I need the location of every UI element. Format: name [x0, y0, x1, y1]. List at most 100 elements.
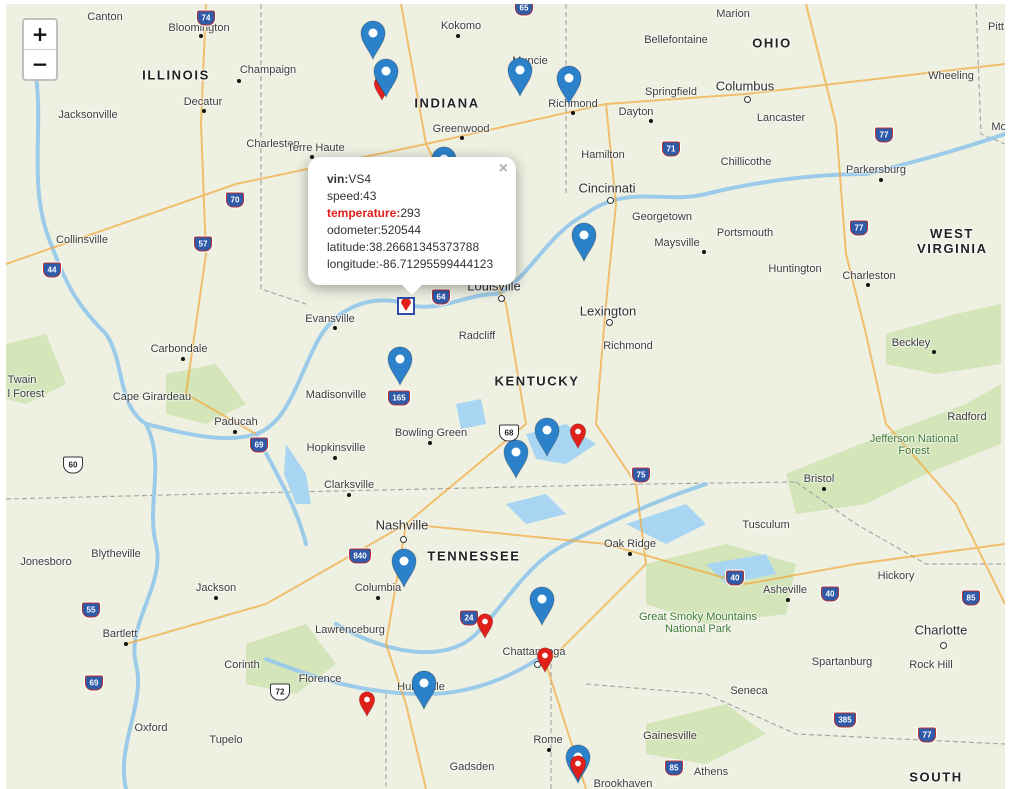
- interstate-shield: 85: [664, 759, 684, 777]
- city-label: Bowling Green: [394, 427, 468, 439]
- city-label: Bristol: [803, 473, 835, 485]
- popup-field-key: speed:: [327, 189, 364, 203]
- vehicle-marker-red[interactable]: [476, 610, 494, 642]
- city-label: Corinth: [224, 659, 260, 671]
- state-label: KENTUCKY: [494, 373, 580, 389]
- city-label: Oxford: [134, 722, 168, 734]
- popup-field-value: 520544: [381, 223, 422, 237]
- popup-field-temperature: temperature:293: [327, 205, 502, 222]
- vehicle-marker-red[interactable]: [569, 420, 587, 452]
- city-dot: [866, 283, 870, 287]
- vehicle-marker-blue[interactable]: [506, 57, 534, 98]
- popup-field-value: -86.71295599444123: [379, 257, 494, 271]
- city-label: Blytheville: [91, 548, 141, 560]
- vehicle-marker-blue[interactable]: [390, 548, 418, 589]
- popup-field-vin: vin:VS4: [327, 171, 502, 188]
- city-label: Rome: [533, 734, 563, 746]
- city-dot: [571, 111, 575, 115]
- interstate-shield: 40: [725, 569, 745, 587]
- interstate-shield: 64: [431, 288, 451, 306]
- city-label: Seneca: [730, 685, 768, 697]
- city-label: Greenwood: [432, 123, 490, 135]
- city-label: Bellefontaine: [644, 34, 708, 46]
- vehicle-marker-blue[interactable]: [372, 58, 400, 99]
- popup-content: vin:VS4 speed:43 temperature:293 odometer:5…: [308, 157, 516, 285]
- city-label: Collinsville: [56, 234, 108, 246]
- popup-field-value: VS4: [348, 172, 372, 186]
- vehicle-marker-red[interactable]: [536, 644, 554, 676]
- city-label: Portsmouth: [716, 227, 774, 239]
- vehicle-marker-blue[interactable]: [359, 20, 387, 61]
- map-pin-icon: [360, 20, 386, 61]
- city-label: Jonesboro: [20, 556, 72, 568]
- city-label: Huntington: [768, 263, 822, 275]
- city-dot: [606, 196, 614, 204]
- map[interactable]: ILLINOIS INDIANA OHIO KENTUCKY TENNESSEE…: [6, 4, 1005, 789]
- vehicle-marker-blue[interactable]: [410, 670, 438, 711]
- city-label: Brookhaven: [593, 778, 653, 789]
- us-route-shield: 72: [270, 683, 290, 701]
- city-dot: [428, 441, 432, 445]
- vehicle-marker-red[interactable]: [569, 752, 587, 784]
- vehicle-marker-blue[interactable]: [570, 222, 598, 263]
- popup-field-latitude: latitude:38.26681345373788: [327, 239, 502, 256]
- city-dot: [202, 109, 206, 113]
- city-label: Florence: [298, 673, 342, 685]
- vehicle-marker-blue[interactable]: [502, 439, 530, 480]
- state-label: ILLINOIS: [142, 67, 210, 83]
- city-dot: [181, 357, 185, 361]
- city-label: Madisonville: [305, 389, 367, 401]
- vehicle-marker-red[interactable]: [358, 688, 376, 720]
- city-dot: [333, 326, 337, 330]
- city-dot: [199, 34, 203, 38]
- city-label: Pitt: [988, 21, 1004, 33]
- city-label: Dayton: [618, 106, 654, 118]
- city-label: Cape Girardeau: [112, 391, 192, 403]
- vehicle-popup: × vin:VS4 speed:43 temperature:293 odometer…: [308, 157, 516, 295]
- city-dot: [124, 642, 128, 646]
- vehicle-marker-blue[interactable]: [386, 346, 414, 387]
- vehicle-marker-blue[interactable]: [533, 417, 561, 458]
- city-label: Hamilton: [581, 149, 625, 161]
- city-label: Mo: [991, 121, 1005, 133]
- popup-close-button[interactable]: ×: [499, 160, 508, 178]
- city-dot: [786, 598, 790, 602]
- city-label: Bartlett: [102, 628, 138, 640]
- popup-field-odometer: odometer:520544: [327, 222, 502, 239]
- interstate-shield: 385: [833, 711, 857, 729]
- vehicle-marker-blue[interactable]: [528, 586, 556, 627]
- city-dot: [456, 34, 460, 38]
- zoom-in-button[interactable]: +: [24, 20, 56, 49]
- city-dot: [214, 596, 218, 600]
- selected-vehicle-marker[interactable]: [397, 297, 415, 315]
- state-label: OHIO: [752, 35, 792, 51]
- city-label: Chattanooga: [502, 646, 566, 658]
- city-dot: [932, 350, 936, 354]
- city-label: Nashville: [375, 517, 429, 533]
- zoom-control: + −: [22, 18, 58, 81]
- state-label: TENNESSEE: [427, 548, 521, 564]
- city-label: Marion: [716, 8, 750, 20]
- interstate-shield: 77: [874, 126, 894, 144]
- city-label: Lancaster: [756, 112, 806, 124]
- city-label: Oak Ridge: [604, 538, 656, 550]
- city-dot: [497, 294, 505, 302]
- city-label: Rock Hill: [909, 659, 953, 671]
- zoom-out-button[interactable]: −: [24, 49, 56, 79]
- interstate-shield: 55: [81, 601, 101, 619]
- map-pin-icon: [556, 65, 582, 106]
- vehicle-marker-blue[interactable]: [555, 65, 583, 106]
- city-label: Richmond: [603, 340, 653, 352]
- city-label: Charlotte: [914, 622, 968, 638]
- interstate-shield: 75: [631, 466, 651, 484]
- map-pin-icon: [387, 346, 413, 387]
- city-dot: [376, 596, 380, 600]
- city-dot: [879, 178, 883, 182]
- city-label: Paducah: [214, 416, 258, 428]
- us-route-shield: 60: [63, 456, 83, 474]
- city-dot: [237, 79, 241, 83]
- interstate-shield: 65: [514, 4, 534, 17]
- map-pin-icon: [569, 423, 587, 450]
- popup-field-value: 293: [400, 206, 421, 220]
- popup-field-key: odometer:: [327, 223, 382, 237]
